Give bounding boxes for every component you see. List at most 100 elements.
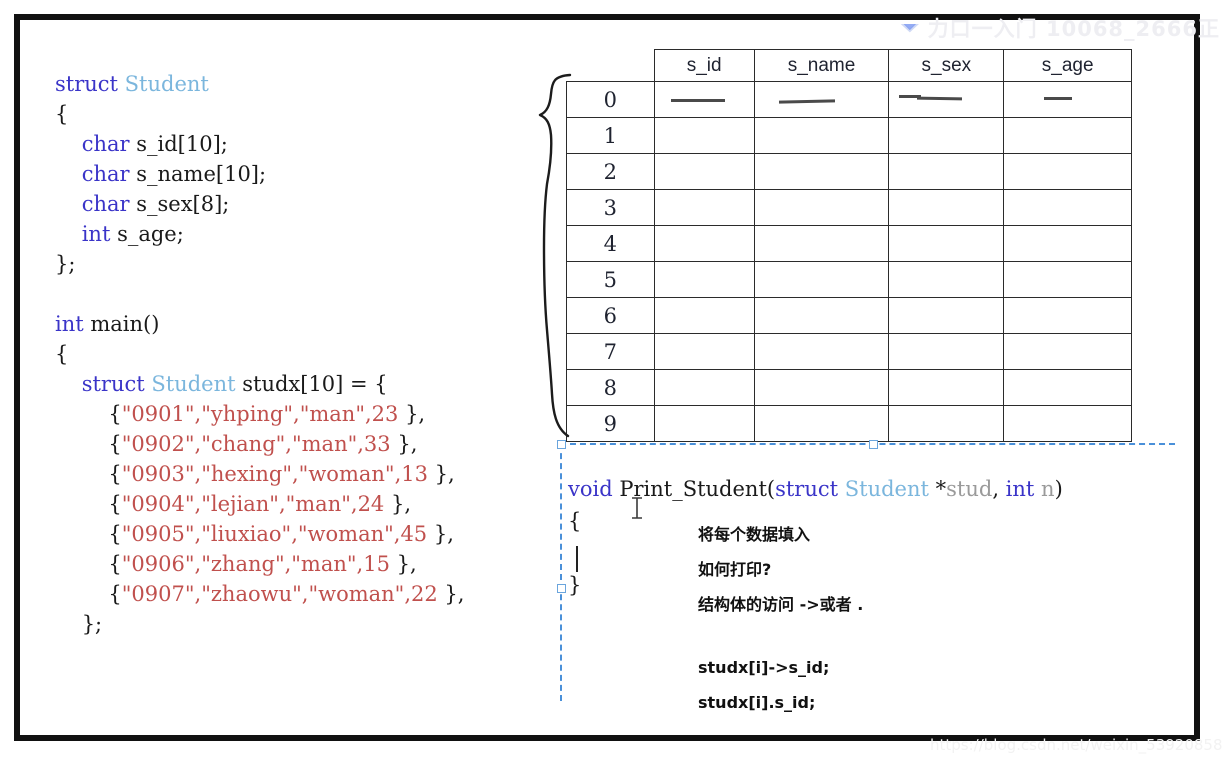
struct-code-token: "0906","zhang","man",15 <box>121 552 390 576</box>
struct-code-token: struct <box>55 372 152 396</box>
table-cell[interactable] <box>1003 225 1132 262</box>
table-cell[interactable] <box>1003 369 1132 406</box>
table-row: 7 <box>566 333 1132 370</box>
table-row-index: 4 <box>566 225 655 262</box>
struct-code-token: { <box>55 462 122 486</box>
table-cell[interactable] <box>753 189 890 226</box>
struct-code-token: }, <box>427 462 455 486</box>
table-cell[interactable] <box>888 261 1005 298</box>
table-cell[interactable] <box>653 261 755 298</box>
table-cell[interactable] <box>1003 117 1132 154</box>
struct-code-token: { <box>55 492 122 516</box>
table-cell[interactable] <box>888 333 1005 370</box>
struct-code-token: "0903","hexing","woman",13 <box>121 462 428 486</box>
annotation-dot-access: studx[i].s_id; <box>698 693 816 712</box>
struct-code-token: char <box>55 162 137 186</box>
struct-code-token <box>55 282 62 306</box>
struct-code-token: }, <box>398 402 426 426</box>
table-header-s-age: s_age <box>1003 49 1132 82</box>
table-cell[interactable] <box>888 117 1005 154</box>
table-cell[interactable] <box>1003 261 1132 298</box>
dash-stroke <box>670 99 725 102</box>
table-cell[interactable] <box>653 153 755 190</box>
table-cell[interactable] <box>753 81 890 118</box>
table-cell[interactable] <box>753 297 890 334</box>
table-cell[interactable] <box>753 333 890 370</box>
text-caret <box>576 546 578 572</box>
struct-code-token: char <box>55 132 137 156</box>
table-cell[interactable] <box>653 333 755 370</box>
struct-code-token: }; <box>55 252 76 276</box>
struct-code-token: s_age; <box>117 222 184 246</box>
struct-code-token: }; <box>55 612 103 636</box>
annotation-how-to-print: 如何打印? <box>698 560 772 579</box>
dash-stroke <box>778 99 835 104</box>
table-cell[interactable] <box>753 369 890 406</box>
table-row: 6 <box>566 297 1132 334</box>
table-cell[interactable] <box>1003 189 1132 226</box>
struct-code-token: Student <box>124 72 209 96</box>
table-cell[interactable] <box>753 405 890 442</box>
table-cell[interactable] <box>653 405 755 442</box>
table-cell[interactable] <box>888 153 1005 190</box>
table-cell[interactable] <box>753 225 890 262</box>
fn-code-token: ) <box>1054 477 1063 501</box>
table-cell[interactable] <box>1003 153 1132 190</box>
struct-code-token: }, <box>390 432 418 456</box>
table-row: 3 <box>566 189 1132 226</box>
dash-stroke <box>1044 97 1073 100</box>
handwritten-dash-mark <box>655 82 754 117</box>
table-cell[interactable] <box>888 189 1005 226</box>
fn-code-token: void <box>568 477 620 501</box>
fn-code-token: stud <box>946 477 993 501</box>
struct-code-token: int <box>55 222 118 246</box>
table-row-index: 6 <box>566 297 655 334</box>
selection-handle-mid-left[interactable] <box>557 584 566 593</box>
table-cell[interactable] <box>888 225 1005 262</box>
table-header-s-name: s_name <box>753 49 890 82</box>
student-array-table: s_id s_name s_sex s_age 0 1 2 3 4 5 6 7 8 9 <box>566 49 1132 442</box>
struct-code-token: "0905","liuxiao","woman",45 <box>121 522 428 546</box>
struct-code-token: }, <box>427 522 454 546</box>
fn-code-token: { <box>568 509 582 533</box>
table-cell[interactable] <box>753 261 890 298</box>
table-cell[interactable] <box>888 369 1005 406</box>
selection-handle-top-center[interactable] <box>869 440 878 449</box>
table-cell[interactable] <box>653 189 755 226</box>
table-cell[interactable] <box>888 81 1005 118</box>
table-cell[interactable] <box>1003 405 1132 442</box>
table-row-index: 2 <box>566 153 655 190</box>
struct-code-token: Student <box>151 372 236 396</box>
table-cell[interactable] <box>1003 81 1132 118</box>
table-cell[interactable] <box>1003 333 1132 370</box>
table-row-index: 3 <box>566 189 655 226</box>
print-student-code-block: void Print_Student(struct Student *stud,… <box>568 473 1063 601</box>
table-row: 8 <box>566 369 1132 406</box>
struct-code-token: char <box>55 192 137 216</box>
fn-code-token: } <box>568 573 582 597</box>
dash-stroke <box>917 96 963 101</box>
table-cell[interactable] <box>653 369 755 406</box>
struct-code-token: "0902","chang","man",33 <box>121 432 391 456</box>
table-cell[interactable] <box>653 117 755 154</box>
table-cell[interactable] <box>753 153 890 190</box>
slide-canvas: struct Student { char s_id[10]; char s_n… <box>0 0 1228 769</box>
table-cell[interactable] <box>653 225 755 262</box>
table-cell[interactable] <box>1003 297 1132 334</box>
fn-code-token: ( <box>766 477 776 501</box>
table-cell[interactable] <box>653 297 755 334</box>
table-row: 5 <box>566 261 1132 298</box>
table-cell[interactable] <box>888 297 1005 334</box>
fn-code-token: Student <box>844 477 936 501</box>
table-cell[interactable] <box>753 117 890 154</box>
table-row: 0 <box>566 81 1132 118</box>
annotation-fill-each-data: 将每个数据填入 <box>698 525 811 544</box>
selection-handle-top-left[interactable] <box>557 440 566 449</box>
handwritten-dash-mark <box>889 82 1003 117</box>
table-cell[interactable] <box>653 81 755 118</box>
struct-code-token: }, <box>437 582 465 606</box>
ibeam-cursor-icon <box>632 497 642 519</box>
struct-code-token: s_name[10]; <box>136 162 267 186</box>
table-cell[interactable] <box>888 405 1005 442</box>
struct-code-token: struct <box>55 72 125 96</box>
